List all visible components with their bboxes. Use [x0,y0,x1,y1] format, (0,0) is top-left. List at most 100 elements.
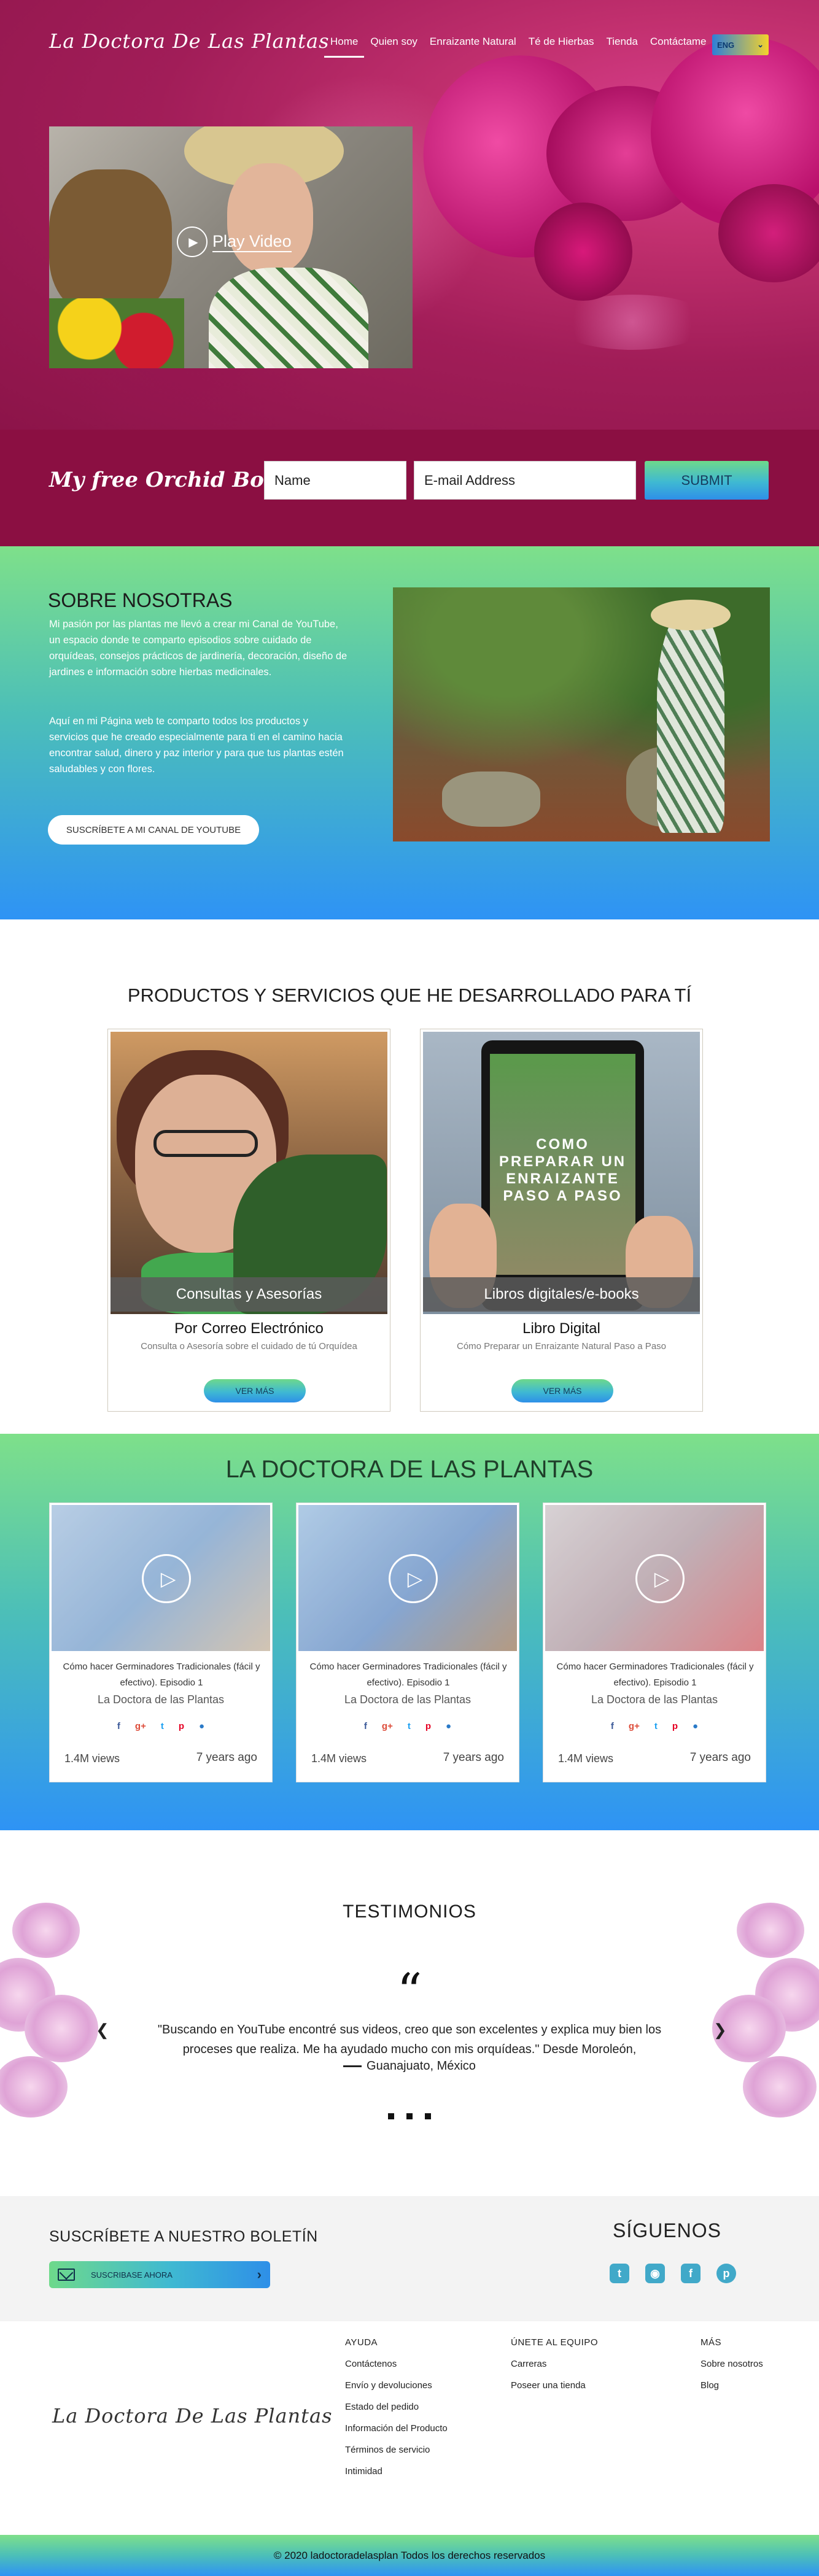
play-icon[interactable]: ▷ [389,1554,438,1603]
hero-video[interactable]: ▶ Play Video [49,126,413,368]
video-card[interactable]: ▷ Cómo hacer Germinadores Tradicionales … [296,1503,519,1782]
ver-mas-button[interactable]: VER MÁS [511,1379,613,1402]
twitter-icon[interactable]: t [654,1721,658,1731]
video-title[interactable]: Cómo hacer Germinadores Tradicionales (f… [58,1659,265,1691]
play-icon: ▶ [177,226,208,257]
pinterest-icon[interactable]: p [179,1721,184,1731]
language-selector[interactable]: ENG ⌄ [712,34,769,55]
footer-link[interactable]: Información del Producto [345,2423,448,2445]
video-thumbnail[interactable]: ▷ [298,1505,517,1651]
about-section: SOBRE NOSOTRAS Mi pasión por las plantas… [0,546,819,919]
nav-item-enraizante-natural[interactable]: Enraizante Natural [424,36,522,58]
chevron-right-icon: › [257,2267,262,2282]
chevron-right-icon[interactable]: ❯ [713,2021,727,2040]
footer-link[interactable]: Contáctenos [345,2359,448,2380]
pinterest-icon[interactable]: p [716,2264,736,2283]
pinterest-icon[interactable]: p [425,1721,431,1731]
quote-icon: “ [397,1963,422,2020]
play-video-button[interactable]: ▶ Play Video [177,226,292,257]
video-views: 1.4M views [64,1752,120,1765]
video-title[interactable]: Cómo hacer Germinadores Tradicionales (f… [305,1659,511,1691]
facebook-icon[interactable]: f [681,2264,701,2283]
footer-link[interactable]: Estado del pedido [345,2402,448,2423]
play-icon[interactable]: ▷ [142,1554,191,1603]
tumblr-icon[interactable]: ● [446,1721,451,1731]
carousel-dot[interactable] [425,2113,431,2119]
nav-item-te-de-hierbas[interactable]: Té de Hierbas [522,36,600,58]
video-age: 7 years ago [443,1751,504,1764]
video-card[interactable]: ▷ Cómo hacer Germinadores Tradicionales … [49,1503,273,1782]
nav-item-contactame[interactable]: Contáctame [644,36,713,58]
ver-mas-button[interactable]: VER MÁS [204,1379,306,1402]
google-plus-icon[interactable]: g+ [135,1721,146,1731]
video-age: 7 years ago [689,1751,751,1764]
youtube-subscribe-button[interactable]: SUSCRÍBETE A MI CANAL DE YOUTUBE [48,815,259,845]
nav-item-home[interactable]: Home [324,36,365,58]
facebook-icon[interactable]: f [364,1721,367,1731]
instagram-icon[interactable]: ◉ [645,2264,665,2283]
video-thumbnail[interactable]: ▷ [52,1505,270,1651]
envelope-icon [58,2269,75,2281]
twitter-icon[interactable]: t [610,2264,629,2283]
video-views: 1.4M views [558,1752,614,1765]
footer-column-title: AYUDA [345,2337,378,2348]
products-title: PRODUCTOS Y SERVICIOS QUE HE DESARROLLAD… [127,984,692,1006]
videos-title: LA DOCTORA DE LAS PLANTAS [225,1456,594,1483]
play-icon[interactable]: ▷ [635,1554,685,1603]
submit-button[interactable]: SUBMIT [645,461,769,500]
main-nav: Home Quien soy Enraizante Natural Té de … [324,36,713,58]
nav-item-quien-soy[interactable]: Quien soy [364,36,424,58]
footer-column-title: MÁS [701,2337,722,2348]
email-field[interactable]: E-mail Address [414,461,636,500]
carousel-dot[interactable] [388,2113,394,2119]
carousel-dots [388,2113,431,2119]
play-video-label: Play Video [212,231,292,252]
twitter-icon[interactable]: t [408,1721,411,1731]
footer-link[interactable]: Términos de servicio [345,2445,448,2466]
footer-link[interactable]: Poseer una tienda [511,2380,598,2402]
video-title[interactable]: Cómo hacer Germinadores Tradicionales (f… [552,1659,758,1691]
video-age: 7 years ago [196,1751,257,1764]
orchid-flower-image [534,203,632,301]
google-plus-icon[interactable]: g+ [629,1721,640,1731]
footer-column-unete: ÚNETE AL EQUIPO Carreras Poseer una tien… [511,2337,598,2402]
footer-link[interactable]: Envío y devoluciones [345,2380,448,2402]
product-subtitle: Libro Digital [522,1320,600,1337]
testimonials-title: TESTIMONIOS [343,1901,476,1922]
footer-link[interactable]: Intimidad [345,2466,448,2488]
subscribe-now-label: SUSCRIBASE AHORA [91,2270,173,2280]
twitter-icon[interactable]: t [161,1721,164,1731]
google-plus-icon[interactable]: g+ [382,1721,393,1731]
chevron-down-icon: ⌄ [757,40,764,49]
newsletter-title: SUSCRÍBETE A NUESTRO BOLETÍN [49,2228,318,2245]
facebook-icon[interactable]: f [611,1721,614,1731]
pinterest-icon[interactable]: p [672,1721,678,1731]
footer-column-title: ÚNETE AL EQUIPO [511,2337,598,2348]
product-card-consultas: Consultas y Asesorías Por Correo Electró… [107,1029,390,1412]
footer-link[interactable]: Carreras [511,2359,598,2380]
footer-column-mas: MÁS Sobre nosotros Blog [701,2337,763,2402]
subscribe-now-button[interactable]: SUSCRIBASE AHORA › [49,2261,270,2288]
video-thumbnail[interactable]: ▷ [545,1505,764,1651]
footer-logo[interactable]: La Doctora De Las Plantas [52,2404,333,2427]
footer-column-ayuda: AYUDA Contáctenos Envío y devoluciones E… [345,2337,448,2488]
video-card[interactable]: ▷ Cómo hacer Germinadores Tradicionales … [543,1503,766,1782]
nav-item-tienda[interactable]: Tienda [600,36,644,58]
site-logo[interactable]: La Doctora De Las Plantas [49,29,330,53]
testimonial-author-text: Guanajuato, México [367,2059,476,2073]
product-card-ebooks: COMO PREPARAR UN ENRAIZANTE PASO A PASO … [420,1029,703,1412]
footer-link[interactable]: Blog [701,2380,763,2402]
facebook-icon[interactable]: f [117,1721,120,1731]
copyright-bar: © 2020 ladoctoradelasplan Todos los dere… [0,2535,819,2576]
about-paragraph: Aquí en mi Página web te comparto todos … [49,716,344,775]
hero-section: La Doctora De Las Plantas Home Quien soy… [0,0,819,430]
follow-title: SÍGUENOS [613,2219,721,2241]
footer-link[interactable]: Sobre nosotros [701,2359,763,2380]
name-field[interactable]: Name [264,461,406,500]
chevron-left-icon[interactable]: ❮ [96,2021,109,2040]
tumblr-icon[interactable]: ● [199,1721,204,1731]
tumblr-icon[interactable]: ● [693,1721,698,1731]
carousel-dot[interactable] [406,2113,413,2119]
video-channel: La Doctora de las Plantas [97,1693,225,1706]
product-image: COMO PREPARAR UN ENRAIZANTE PASO A PASO [423,1032,700,1314]
